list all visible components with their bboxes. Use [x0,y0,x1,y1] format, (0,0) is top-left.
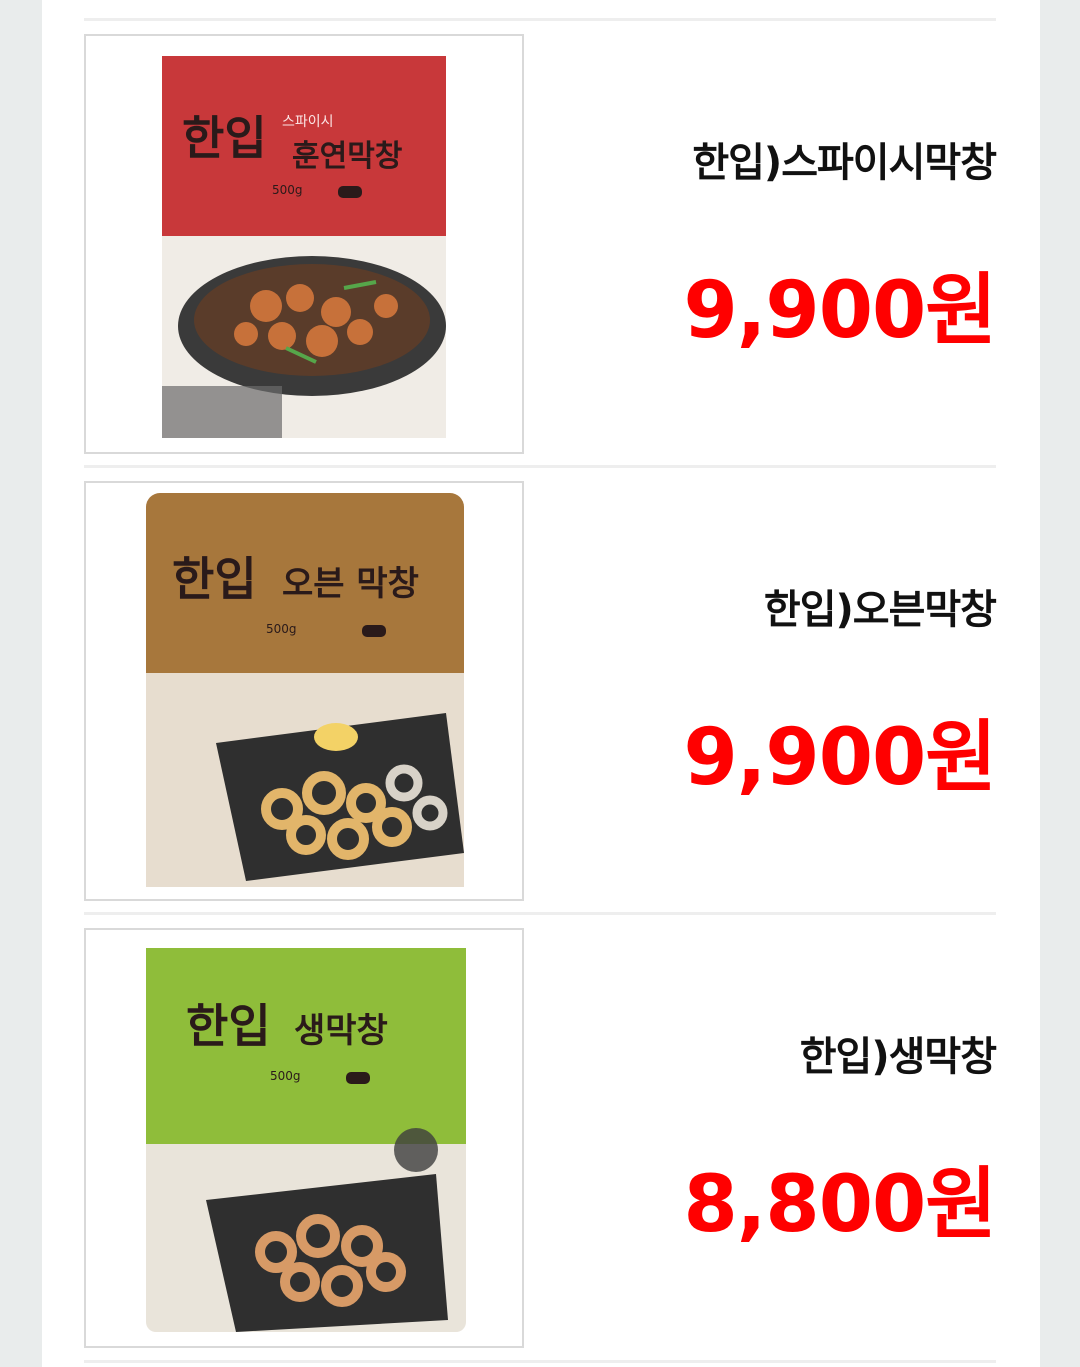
product-price: 9,900원 [683,713,997,803]
product-name[interactable]: 한입)생막창 [800,1024,997,1082]
product-image[interactable]: 한입 생막창 500g [84,928,524,1348]
pig-icon [346,1072,370,1084]
oven-makchang-package-image: 한입 오븐 막창 500g [146,493,464,887]
package-weight-text: 500g [272,183,303,197]
package-title-text: 생막창 [294,1011,388,1051]
divider [84,18,996,21]
product-price: 8,800원 [683,1160,997,1250]
product-image[interactable]: 한입 오븐 막창 500g [84,481,524,901]
package-brand-text: 한입 [172,552,257,606]
product-list-page: 한입 스파이시 훈연막창 500g 한입)스파이시막창 9,900원 한입 오븐… [42,0,1040,1367]
spicy-makchang-package-image: 한입 스파이시 훈연막창 500g [162,56,446,438]
pig-icon [338,186,362,198]
product-name[interactable]: 한입)스파이시막창 [692,130,997,188]
divider [84,912,996,915]
package-title-text: 훈연막창 [292,139,403,174]
package-title-text: 오븐 막창 [282,564,419,604]
product-price: 9,900원 [683,266,997,356]
product-item[interactable]: 한입 생막창 500g 한입)생막창 8,800원 [42,928,1040,1348]
package-brand-text: 한입 [182,111,267,165]
package-weight-text: 500g [270,1069,301,1083]
divider [84,465,996,468]
product-item[interactable]: 한입 오븐 막창 500g 한입)오븐막창 9,900원 [42,481,1040,901]
package-weight-text: 500g [266,622,297,636]
divider [84,1360,996,1363]
product-name[interactable]: 한입)오븐막창 [764,577,997,635]
package-tag-text: 스파이시 [282,114,334,130]
package-brand-text: 한입 [186,999,271,1053]
product-item[interactable]: 한입 스파이시 훈연막창 500g 한입)스파이시막창 9,900원 [42,34,1040,454]
raw-makchang-package-image: 한입 생막창 500g [146,948,466,1332]
product-image[interactable]: 한입 스파이시 훈연막창 500g [84,34,524,454]
pig-icon [362,625,386,637]
